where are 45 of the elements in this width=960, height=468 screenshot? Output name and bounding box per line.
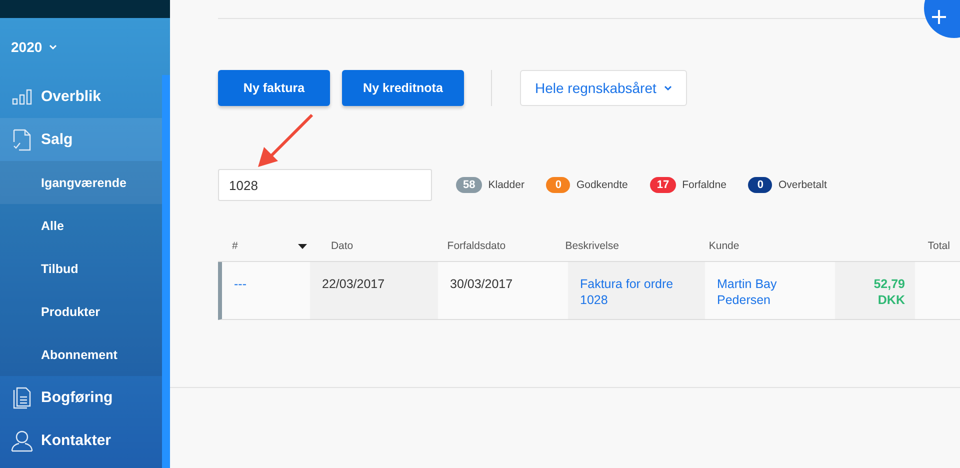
- table-cell-text: ---: [233, 276, 248, 293]
- annotation-arrow: [256, 113, 316, 169]
- count-badge: 17: [650, 177, 676, 193]
- sort-down-icon[interactable]: [298, 244, 307, 248]
- status-label: Overbetalt: [778, 179, 827, 191]
- document-icon: [11, 386, 33, 408]
- column-header[interactable]: Kunde: [708, 240, 740, 252]
- submenu-item[interactable]: Alle: [0, 204, 162, 247]
- year-selector[interactable]: 2020: [0, 18, 170, 75]
- table-cell: 52,79 DKK: [835, 262, 915, 319]
- count-badge: 58: [456, 177, 482, 193]
- person-icon: [11, 430, 33, 452]
- status-label: Godkendte: [576, 179, 628, 191]
- chevron-down-icon: [49, 44, 58, 50]
- table-cell: 22/03/2017: [310, 262, 438, 319]
- column-header[interactable]: Total: [928, 240, 950, 252]
- column-header[interactable]: Forfaldsdato: [447, 240, 506, 252]
- table-cell-text: Martin Bay Pedersen: [716, 276, 778, 309]
- nav-item[interactable]: Bogføring: [0, 376, 162, 419]
- primary-button[interactable]: Ny faktura: [218, 70, 330, 106]
- nav-item[interactable]: Overblik: [0, 75, 162, 118]
- submenu-item[interactable]: Igangværende: [0, 161, 162, 204]
- count-badge: 0: [748, 177, 772, 193]
- column-header[interactable]: Dato: [330, 240, 354, 252]
- table-cell-text: 30/03/2017: [449, 276, 514, 293]
- nav-item[interactable]: Salg: [0, 118, 162, 161]
- search-field[interactable]: 1028: [218, 169, 432, 201]
- submenu-item[interactable]: Produkter: [0, 290, 162, 333]
- table-row[interactable]: --- 22/03/2017 30/03/2017 Faktura for ordre 1028 Martin Bay Pedersen 52,79 DKK: [218, 262, 960, 320]
- chevron-down-icon: [664, 85, 672, 91]
- submenu-item[interactable]: Abonnement: [0, 333, 162, 376]
- period-dropdown[interactable]: Hele regnskabsåret: [520, 70, 688, 106]
- document-check-icon: [11, 128, 33, 150]
- table-cell: Faktura for ordre 1028: [568, 262, 705, 319]
- column-header[interactable]: #: [232, 240, 238, 252]
- column-header[interactable]: Beskrivelse: [565, 240, 619, 252]
- scrollbar[interactable]: [162, 75, 170, 468]
- status-label: Forfaldne: [682, 179, 726, 191]
- count-badge: 0: [546, 177, 570, 193]
- status-label: Kladder: [488, 179, 524, 191]
- submenu-item[interactable]: Tilbud: [0, 247, 162, 290]
- plus-icon: [932, 10, 946, 24]
- bar-chart-icon: [11, 88, 33, 104]
- nav-item[interactable]: Kontakter: [0, 419, 162, 462]
- primary-button[interactable]: Ny kreditnota: [342, 70, 464, 106]
